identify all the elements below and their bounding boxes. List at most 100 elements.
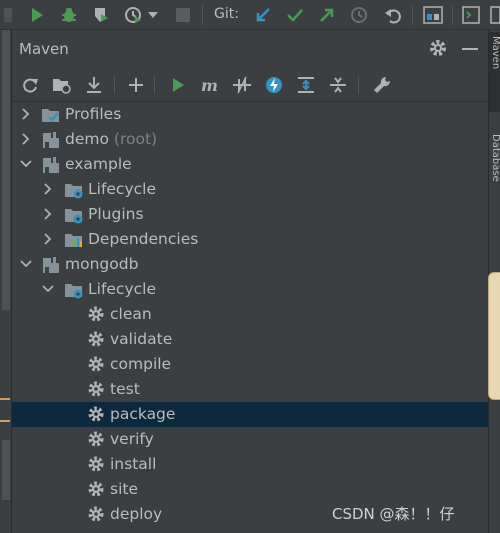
lifecycle-goal-package[interactable]: package	[12, 402, 488, 427]
rollback-icon[interactable]	[382, 4, 404, 26]
skip-tests-icon[interactable]	[262, 73, 286, 97]
gear-icon	[87, 380, 107, 400]
terminal-icon[interactable]	[460, 4, 482, 26]
chevron-down-icon[interactable]	[18, 156, 34, 172]
tree-label: Dependencies	[88, 230, 199, 248]
lifecycle-folder-icon	[64, 180, 84, 200]
tree-label: install	[110, 455, 157, 473]
tree-node-mongodb[interactable]: mongodb	[12, 252, 488, 277]
lifecycle-goal-test[interactable]: test	[12, 377, 488, 402]
tree-label: example	[65, 155, 132, 173]
lifecycle-goal-compile[interactable]: compile	[12, 352, 488, 377]
generate-sources-icon[interactable]	[50, 73, 74, 97]
panel-title: Maven	[19, 40, 69, 58]
tree-node-plugins[interactable]: Plugins	[12, 202, 488, 227]
chevron-right-icon[interactable]	[40, 206, 56, 222]
profiler-icon[interactable]	[122, 4, 144, 26]
lifecycle-goal-clean[interactable]: clean	[12, 302, 488, 327]
lifecycle-goal-validate[interactable]: validate	[12, 327, 488, 352]
tree-node-demo[interactable]: demo (root)	[12, 127, 488, 152]
tree-label: site	[110, 480, 138, 498]
gear-icon	[87, 480, 107, 500]
lifecycle-goal-install[interactable]: install	[12, 452, 488, 477]
toolbar-separator	[452, 5, 453, 25]
settings-gear-icon[interactable]	[428, 38, 450, 60]
overflow-icon[interactable]	[490, 4, 500, 26]
collapse-all-icon[interactable]	[326, 73, 350, 97]
tab-database[interactable]: Database	[489, 130, 500, 240]
coverage-icon[interactable]	[90, 4, 112, 26]
plugins-folder-icon	[64, 205, 84, 225]
maven-panel: Maven m Profiles demo (root) example Lif…	[12, 30, 488, 533]
run-icon[interactable]	[166, 73, 190, 97]
maven-module-icon	[41, 155, 61, 175]
tree-label: package	[110, 405, 176, 423]
project-structure-icon[interactable]	[422, 4, 444, 26]
chevron-down-icon[interactable]	[146, 4, 160, 26]
tree-label: clean	[110, 305, 152, 323]
reload-icon[interactable]	[18, 73, 42, 97]
tree-node-dependencies[interactable]: Dependencies	[12, 227, 488, 252]
git-update-icon[interactable]	[252, 4, 274, 26]
chevron-right-icon[interactable]	[18, 131, 34, 147]
maven-module-icon	[41, 255, 61, 275]
gear-icon	[87, 455, 107, 475]
tree-node-profiles[interactable]: Profiles	[12, 102, 488, 127]
toolbar-separator	[412, 5, 413, 25]
dependencies-folder-icon	[64, 230, 84, 250]
tree-label: Lifecycle	[88, 180, 156, 198]
gutter-marker	[0, 398, 10, 400]
chevron-right-icon[interactable]	[18, 106, 34, 122]
tree-node-example[interactable]: example	[12, 152, 488, 177]
gutter-marker	[0, 420, 10, 422]
tree-label: Plugins	[88, 205, 144, 223]
lifecycle-goal-site[interactable]: site	[12, 477, 488, 502]
wrench-icon[interactable]	[370, 73, 394, 97]
toolbar-separator	[114, 76, 115, 94]
git-push-icon[interactable]	[316, 4, 338, 26]
lifecycle-goal-verify[interactable]: verify	[12, 427, 488, 452]
execute-maven-goal-icon[interactable]: m	[198, 73, 222, 97]
tab-maven[interactable]: Maven	[489, 32, 500, 112]
history-icon[interactable]	[348, 4, 370, 26]
chevron-right-icon[interactable]	[40, 181, 56, 197]
git-commit-icon[interactable]	[284, 4, 306, 26]
debug-icon[interactable]	[58, 4, 80, 26]
main-toolbar: Git:	[0, 0, 500, 30]
tree-label: validate	[110, 330, 173, 348]
chevron-down-icon[interactable]	[18, 256, 34, 272]
tree-label: demo (root)	[65, 128, 157, 150]
overflow-icon[interactable]	[0, 4, 22, 26]
profiles-folder-icon	[41, 105, 61, 125]
git-label: Git:	[214, 6, 239, 22]
left-gutter	[0, 30, 12, 533]
gutter-scrollbar[interactable]	[2, 440, 10, 500]
panel-header: Maven	[12, 30, 488, 66]
chevron-down-icon[interactable]	[40, 281, 56, 297]
run-icon[interactable]	[26, 4, 48, 26]
tree-label: deploy	[110, 505, 163, 523]
toolbar-separator	[202, 5, 203, 25]
tree-node-lifecycle[interactable]: Lifecycle	[12, 277, 488, 302]
floating-widget[interactable]	[488, 272, 500, 400]
tree-node-lifecycle[interactable]: Lifecycle	[12, 177, 488, 202]
download-icon[interactable]	[82, 73, 106, 97]
toolbar-separator	[358, 76, 359, 94]
gear-icon	[87, 330, 107, 350]
show-dependencies-icon[interactable]	[294, 73, 318, 97]
gear-icon	[87, 405, 107, 425]
gutter-scrollbar[interactable]	[2, 30, 10, 310]
tree-label: Profiles	[65, 105, 122, 123]
toggle-offline-icon[interactable]	[230, 73, 254, 97]
stop-icon[interactable]	[172, 4, 194, 26]
tree-label-suffix: (root)	[108, 130, 158, 148]
minimize-icon[interactable]	[462, 48, 478, 50]
add-icon[interactable]	[124, 73, 148, 97]
chevron-right-icon[interactable]	[40, 231, 56, 247]
tree-label: Lifecycle	[88, 280, 156, 298]
tree-label: verify	[110, 430, 154, 448]
gear-icon	[87, 505, 107, 525]
gear-icon	[87, 305, 107, 325]
toolbar-separator	[154, 76, 155, 94]
tree-label: compile	[110, 355, 172, 373]
